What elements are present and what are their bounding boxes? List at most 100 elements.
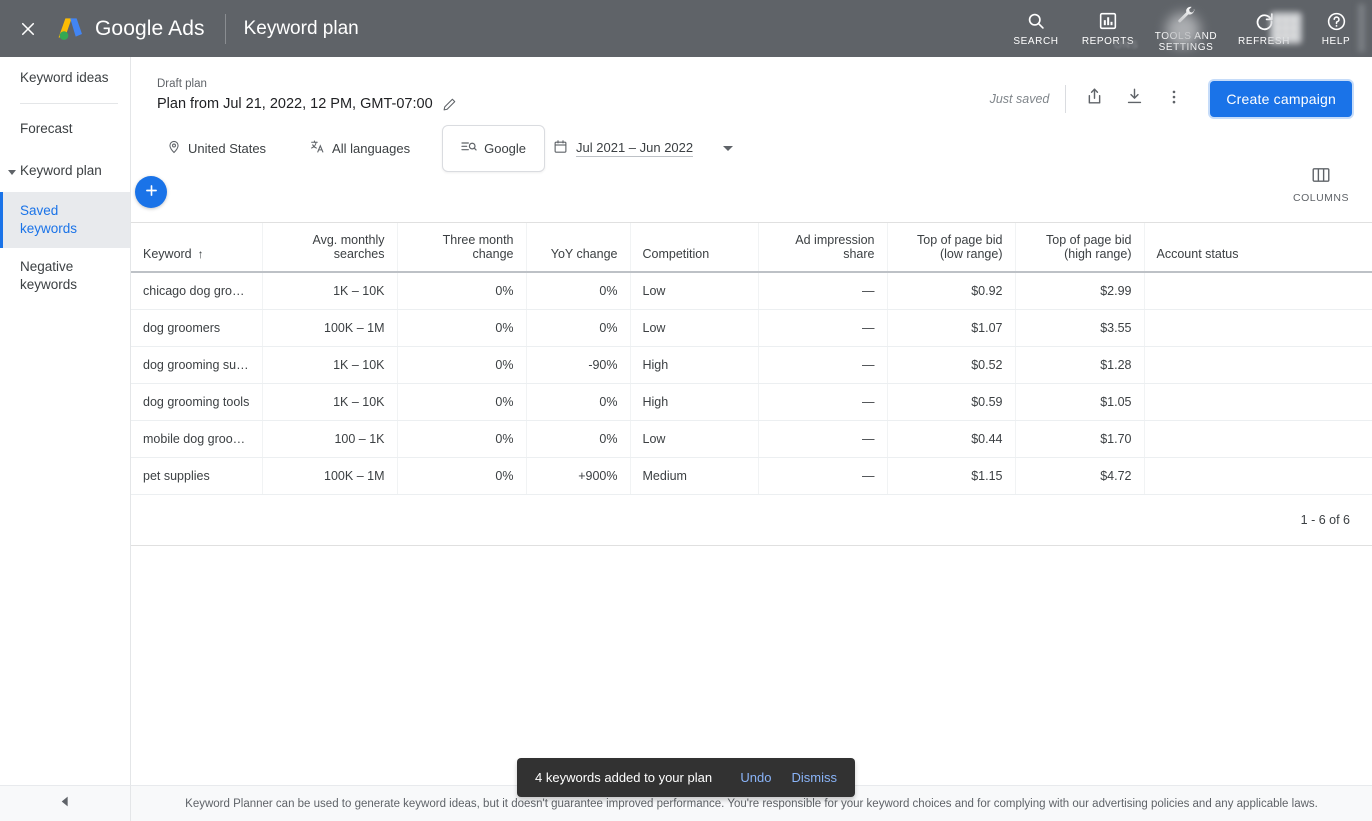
language-filter-label: All languages [332,141,410,156]
chevron-down-icon[interactable] [723,146,733,151]
column-header-yoy-change[interactable]: YoY change [526,223,630,272]
table-row[interactable]: dog grooming tools1K – 10K0%0%High—$0.59… [131,384,1372,421]
sidebar-group-keyword-plan[interactable]: Keyword plan [0,150,130,192]
top-app-bar: Google Ads Keyword plan SEARCH REPO [0,0,1372,57]
cell-top-of-page-bid-high: $4.72 [1015,458,1144,495]
table-bottom-divider [131,545,1372,546]
add-keyword-button[interactable] [135,176,167,208]
table-row[interactable]: mobile dog groomer…100 – 1K0%0%Low—$0.44… [131,421,1372,458]
cell-keyword: dog grooming tools [131,384,262,421]
table-row[interactable]: dog groomers100K – 1M0%0%Low—$1.07$3.55 [131,310,1372,347]
download-button[interactable] [1114,79,1154,119]
main-content: Draft plan Plan from Jul 21, 2022, 12 PM… [131,57,1372,821]
network-filter[interactable]: Google [442,125,545,172]
sidebar-item-negative-keywords[interactable]: Negative keywords [0,248,130,304]
sidebar-item-label: Forecast [20,120,73,138]
keyword-table: Keyword ↑ Avg. monthly searches Three mon… [131,223,1372,495]
columns-button-label: COLUMNS [1293,192,1349,204]
column-header-label: Keyword [143,247,192,261]
left-sidebar: Keyword ideas Forecast Keyword plan Save… [0,57,131,821]
avatar[interactable] [1166,13,1200,47]
cell-competition: Medium [630,458,758,495]
save-status: Just saved [990,92,1050,106]
cell-top-of-page-bid-high: $3.55 [1015,310,1144,347]
sidebar-item-saved-keywords[interactable]: Saved keywords [0,192,130,248]
sidebar-divider [20,103,118,104]
language-filter[interactable]: All languages [300,131,420,165]
table-row[interactable]: pet supplies100K – 1M0%+900%Medium—$1.15… [131,458,1372,495]
cell-top-of-page-bid-low: $0.52 [887,347,1015,384]
table-toolbar: COLUMNS [131,174,1372,222]
table-row[interactable]: dog grooming suppli…1K – 10K0%-90%High—$… [131,347,1372,384]
more-options-button[interactable] [1154,79,1194,119]
snackbar-dismiss-button[interactable]: Dismiss [792,770,838,785]
column-header-avg-monthly-searches[interactable]: Avg. monthly searches [262,223,397,272]
cell-top-of-page-bid-low: $0.44 [887,421,1015,458]
nav-search[interactable]: SEARCH [1000,0,1072,57]
plan-actions: Just saved [990,79,1352,119]
close-icon [19,20,37,38]
sidebar-item-forecast[interactable]: Forecast [0,108,130,150]
table-header-row: Keyword ↑ Avg. monthly searches Three mon… [131,223,1372,272]
search-icon [1026,10,1046,32]
cell-competition: Low [630,272,758,310]
sort-ascending-icon[interactable]: ↑ [198,247,204,261]
location-filter[interactable]: United States [157,132,276,165]
draft-plan-label: Draft plan [157,77,457,91]
cell-top-of-page-bid-high: $1.70 [1015,421,1144,458]
create-campaign-button[interactable]: Create campaign [1210,81,1352,117]
cell-ad-impression-share: — [758,272,887,310]
cell-account-status [1144,272,1372,310]
cell-yoy-change: 0% [526,384,630,421]
scrollbar-thumb[interactable] [1358,4,1365,52]
column-header-ad-impression-share[interactable]: Ad impression share [758,223,887,272]
date-range-filter[interactable]: Jul 2021 – Jun 2022 [553,139,733,157]
cell-top-of-page-bid-high: $1.28 [1015,347,1144,384]
share-button[interactable] [1074,79,1114,119]
columns-button[interactable]: COLUMNS [1290,166,1352,204]
cell-top-of-page-bid-high: $2.99 [1015,272,1144,310]
sidebar-item-label: Keyword plan [20,162,102,180]
column-header-account-status[interactable]: Account status [1144,223,1372,272]
cell-keyword: chicago dog groomer [131,272,262,310]
location-pin-icon [167,140,181,157]
pencil-edit-icon[interactable] [442,97,457,112]
brand-logo-group[interactable]: Google Ads [56,16,205,42]
column-header-keyword[interactable]: Keyword ↑ [131,223,262,272]
cell-account-status [1144,421,1372,458]
column-header-three-month-change[interactable]: Three month change [397,223,526,272]
column-header-top-of-page-bid-low[interactable]: Top of page bid (low range) [887,223,1015,272]
snackbar-undo-button[interactable]: Undo [740,770,771,785]
column-header-competition[interactable]: Competition [630,223,758,272]
cell-competition: High [630,347,758,384]
cell-avg-monthly-searches: 100K – 1M [262,458,397,495]
cell-top-of-page-bid-high: $1.05 [1015,384,1144,421]
cell-ad-impression-share: — [758,421,887,458]
close-button[interactable] [0,0,56,57]
cell-avg-monthly-searches: 1K – 10K [262,384,397,421]
account-area-obscured[interactable]: ONS [1100,0,1372,57]
sidebar-item-keyword-ideas[interactable]: Keyword ideas [0,57,130,99]
brand-text: Google Ads [95,17,205,41]
cell-three-month-change: 0% [397,421,526,458]
cell-competition: Low [630,421,758,458]
cell-top-of-page-bid-low: $1.07 [887,310,1015,347]
cell-ad-impression-share: — [758,458,887,495]
chevron-left-icon [59,795,72,813]
download-icon [1125,87,1144,111]
cell-keyword: dog groomers [131,310,262,347]
filter-bar: United States All languages Google [131,122,1372,174]
cell-top-of-page-bid-low: $1.15 [887,458,1015,495]
plan-name: Plan from Jul 21, 2022, 12 PM, GMT-07:00 [157,96,433,112]
table-row[interactable]: chicago dog groomer1K – 10K0%0%Low—$0.92… [131,272,1372,310]
keyword-table-wrapper: Keyword ↑ Avg. monthly searches Three mon… [131,222,1372,546]
cell-top-of-page-bid-low: $0.92 [887,272,1015,310]
sidebar-collapse-button[interactable] [0,785,131,821]
cell-yoy-change: 0% [526,272,630,310]
more-vertical-icon [1165,88,1183,111]
cell-ad-impression-share: — [758,310,887,347]
location-filter-label: United States [188,141,266,156]
cell-yoy-change: +900% [526,458,630,495]
column-header-top-of-page-bid-high[interactable]: Top of page bid (high range) [1015,223,1144,272]
apps-grid-icon[interactable] [1270,12,1302,44]
